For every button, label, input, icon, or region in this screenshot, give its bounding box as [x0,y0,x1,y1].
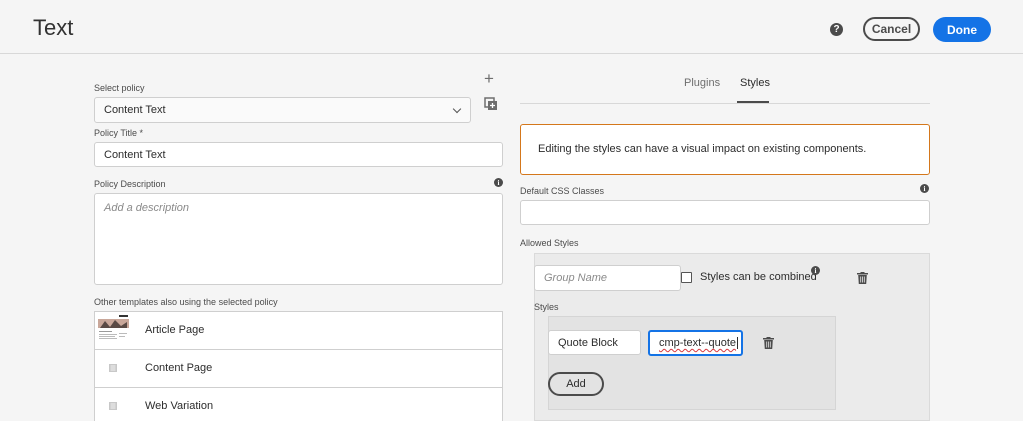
allowed-styles-label: Allowed Styles [520,238,579,248]
template-name: Web Variation [145,400,214,412]
delete-group-icon[interactable] [857,272,868,284]
text-caret [737,337,739,349]
active-tab-indicator [737,101,769,103]
style-class-input[interactable]: cmp-text--quote [648,330,743,356]
document-icon [109,402,117,410]
warning-alert: Editing the styles can have a visual imp… [520,124,930,175]
other-templates-label: Other templates also using the selected … [94,297,278,307]
styles-combined-checkbox[interactable] [681,272,692,283]
cancel-button[interactable]: Cancel [863,17,920,41]
delete-style-icon[interactable] [763,337,774,349]
done-button[interactable]: Done [933,17,991,42]
tab-bar [520,64,930,104]
tab-plugins[interactable]: Plugins [684,77,720,89]
info-icon[interactable]: i [920,184,929,193]
template-name: Content Page [145,362,213,374]
policy-description-textarea[interactable]: Add a description [94,193,503,285]
help-icon[interactable]: ? [830,23,843,36]
list-item[interactable]: Article Page [95,312,502,350]
template-thumbnail [97,314,130,348]
list-item[interactable]: Web Variation [95,388,502,421]
info-icon[interactable]: i [494,178,503,187]
add-style-button[interactable]: Add [548,372,604,396]
select-policy-value: Content Text [104,104,166,116]
default-css-label: Default CSS Classes [520,186,605,196]
list-item[interactable]: Content Page [95,350,502,388]
policy-description-label: Policy Description [94,179,166,189]
select-policy-dropdown[interactable]: Content Text [94,97,471,123]
style-class-value: cmp-text--quote [659,337,737,349]
styles-combined-label: Styles can be combined [700,271,817,283]
tab-styles[interactable]: Styles [740,77,770,89]
select-policy-label: Select policy [94,83,145,93]
policy-title-label: Policy Title * [94,128,144,138]
add-policy-icon[interactable]: + [484,70,494,87]
alert-text: Editing the styles can have a visual imp… [538,143,867,155]
dialog-title: Text [33,15,74,40]
default-css-input[interactable] [520,200,930,225]
templates-list: Article Page Content Page Web Variation [94,311,503,421]
template-name: Article Page [145,324,205,336]
dialog-header: Text ? Cancel Done [0,0,1023,54]
document-icon [109,364,117,372]
policy-title-input[interactable]: Content Text [94,142,503,167]
styles-label: Styles [534,302,559,312]
duplicate-policy-icon[interactable] [484,97,498,111]
style-name-input[interactable]: Quote Block [548,330,641,355]
info-icon[interactable]: i [811,266,820,275]
group-name-input[interactable]: Group Name [534,265,681,291]
chevron-down-icon [452,104,462,114]
